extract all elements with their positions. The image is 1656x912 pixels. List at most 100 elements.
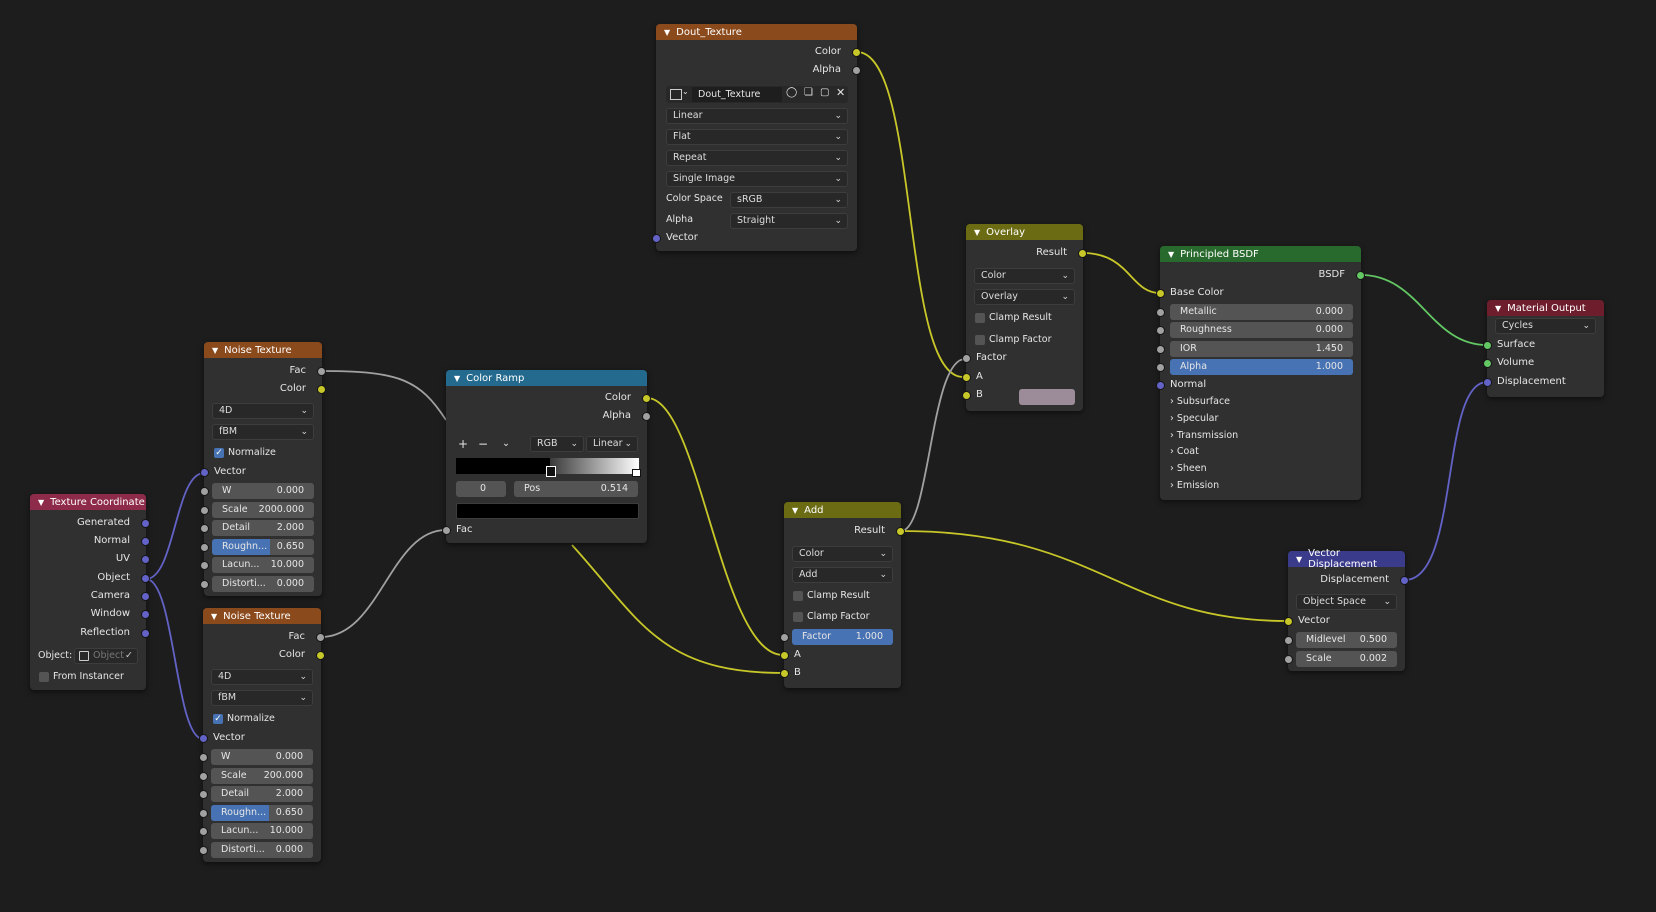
space-dropdown[interactable]: Object Space ⌄ [1296, 594, 1397, 610]
socket-surface[interactable] [1483, 341, 1492, 350]
image-name-field[interactable]: Dout_Texture [692, 87, 782, 102]
image-browse-icon[interactable] [670, 89, 682, 100]
node-header[interactable]: ▼ Noise Texture [204, 342, 322, 358]
clamp-result-checkbox[interactable] [793, 591, 803, 601]
node-header[interactable]: ▼ Material Output [1487, 300, 1604, 316]
socket-alpha[interactable] [852, 66, 861, 75]
collapse-chevron-icon[interactable]: ▼ [1495, 304, 1501, 313]
factor-slider[interactable]: Factor 1.000 [792, 629, 893, 645]
color-mode-dropdown[interactable]: RGB ⌄ [530, 436, 584, 452]
socket-normal[interactable] [1156, 381, 1165, 390]
socket-alpha[interactable] [1156, 363, 1165, 372]
node-header[interactable]: ▼ Principled BSDF [1160, 246, 1361, 262]
normalize-checkbox[interactable]: ✓ [214, 448, 224, 458]
vector-displacement-node[interactable]: ▼ Vector Displacement Displacement Objec… [1284, 548, 1409, 671]
collapse-chevron-icon[interactable]: ▼ [974, 228, 980, 237]
extension-dropdown[interactable]: Repeat ⌄ [666, 150, 848, 166]
socket-alpha[interactable] [642, 412, 651, 421]
scale-field[interactable]: Scale 2000.000 [212, 502, 314, 518]
socket-vector[interactable] [1284, 617, 1293, 626]
panel-subsurface[interactable]: › Subsurface [1170, 395, 1230, 409]
clamp-factor-checkbox[interactable] [793, 612, 803, 622]
node-header[interactable]: ▼ Texture Coordinate [30, 494, 146, 510]
ramp-menu-chevron-icon[interactable]: ⌄ [502, 437, 510, 451]
socket-factor[interactable] [780, 633, 789, 642]
socket-detail[interactable] [199, 790, 208, 799]
metallic-field[interactable]: Metallic 0.000 [1170, 304, 1353, 320]
noise-type-dropdown[interactable]: fBM ⌄ [211, 690, 313, 706]
detail-field[interactable]: Detail 2.000 [212, 520, 314, 536]
socket-window[interactable] [141, 610, 150, 619]
socket-b[interactable] [780, 669, 789, 678]
socket-reflection[interactable] [141, 629, 150, 638]
blend-mode-dropdown[interactable]: Overlay ⌄ [974, 289, 1075, 305]
node-header[interactable]: ▼ Overlay [966, 224, 1083, 240]
socket-result[interactable] [1078, 249, 1087, 258]
material-output-node[interactable]: ▼ Material Output Cycles ⌄ Surface Volume… [1483, 300, 1604, 397]
duplicate-icon[interactable]: ❏ [804, 87, 813, 98]
close-icon[interactable]: ✕ [836, 86, 845, 99]
socket-factor[interactable] [962, 354, 971, 363]
image-selector[interactable]: ⌄ Dout_Texture ◯ ❏ ▢ ✕ [666, 86, 848, 103]
midlevel-field[interactable]: Midlevel 0.500 [1296, 632, 1397, 648]
distortion-field[interactable]: Distorti... 0.000 [212, 576, 314, 592]
panel-specular[interactable]: › Specular [1170, 412, 1218, 426]
scale-field[interactable]: Scale 200.000 [211, 768, 313, 784]
interpolation-dropdown[interactable]: Linear ⌄ [586, 436, 638, 452]
dimensions-dropdown[interactable]: 4D ⌄ [212, 403, 314, 419]
alpha-field[interactable]: Alpha 1.000 [1170, 359, 1353, 375]
add-stop-button[interactable]: + [458, 437, 468, 451]
socket-fac[interactable] [442, 526, 451, 535]
source-dropdown[interactable]: Single Image ⌄ [666, 171, 848, 187]
ior-field[interactable]: IOR 1.450 [1170, 341, 1353, 357]
blend-mode-dropdown[interactable]: Add ⌄ [792, 567, 893, 583]
socket-object[interactable] [141, 574, 150, 583]
normalize-checkbox[interactable]: ✓ [213, 714, 223, 724]
scale-field[interactable]: Scale 0.002 [1296, 651, 1397, 667]
panel-transmission[interactable]: › Transmission [1170, 429, 1238, 443]
stop-color-swatch[interactable] [456, 503, 639, 519]
socket-generated[interactable] [141, 519, 150, 528]
remove-stop-button[interactable]: − [478, 437, 488, 451]
collapse-chevron-icon[interactable]: ▼ [1168, 250, 1174, 259]
texture-coordinate-node[interactable]: ▼ Texture Coordinate Generated Normal UV… [30, 494, 150, 690]
socket-displacement[interactable] [1483, 378, 1492, 387]
socket-volume[interactable] [1483, 359, 1492, 368]
w-field[interactable]: W 0.000 [211, 749, 313, 765]
node-header[interactable]: ▼ Noise Texture [203, 608, 321, 624]
socket-color[interactable] [642, 394, 651, 403]
detail-field[interactable]: Detail 2.000 [211, 786, 313, 802]
roughness-field[interactable]: Roughn... 0.650 [211, 805, 313, 821]
socket-lacunarity[interactable] [199, 827, 208, 836]
noise-texture-node-2[interactable]: ▼ Noise Texture Fac Color 4D ⌄ fBM ⌄ ✓ Nor… [199, 608, 325, 862]
eyedropper-icon[interactable]: ✓ [125, 649, 133, 663]
socket-result[interactable] [896, 527, 905, 536]
socket-w[interactable] [199, 753, 208, 762]
socket-camera[interactable] [141, 592, 150, 601]
socket-color[interactable] [852, 48, 861, 57]
node-header[interactable]: ▼ Dout_Texture [656, 24, 857, 40]
socket-ior[interactable] [1156, 345, 1165, 354]
socket-distortion[interactable] [199, 846, 208, 855]
socket-metallic[interactable] [1156, 308, 1165, 317]
collapse-chevron-icon[interactable]: ▼ [454, 374, 460, 383]
fake-user-shield-icon[interactable]: ◯ [786, 87, 797, 98]
roughness-field[interactable]: Roughn... 0.650 [212, 539, 314, 555]
socket-normal[interactable] [141, 537, 150, 546]
color-space-dropdown[interactable]: sRGB ⌄ [730, 192, 848, 208]
clamp-factor-checkbox[interactable] [975, 335, 985, 345]
projection-dropdown[interactable]: Flat ⌄ [666, 129, 848, 145]
panel-coat[interactable]: › Coat [1170, 445, 1199, 459]
node-header[interactable]: ▼ Vector Displacement [1288, 548, 1405, 570]
socket-vector[interactable] [200, 468, 209, 477]
collapse-chevron-icon[interactable]: ▼ [664, 28, 670, 37]
data-type-dropdown[interactable]: Color ⌄ [792, 546, 893, 562]
collapse-chevron-icon[interactable]: ▼ [792, 506, 798, 515]
socket-w[interactable] [200, 487, 209, 496]
socket-detail[interactable] [200, 524, 209, 533]
socket-displacement[interactable] [1400, 576, 1409, 585]
lacunarity-field[interactable]: Lacun... 10.000 [211, 823, 313, 839]
overlay-mix-node[interactable]: ▼ Overlay Result Color ⌄ Overlay ⌄ Clamp R… [962, 224, 1087, 411]
socket-lacunarity[interactable] [200, 561, 209, 570]
ramp-stop-handle-white[interactable] [632, 469, 641, 477]
